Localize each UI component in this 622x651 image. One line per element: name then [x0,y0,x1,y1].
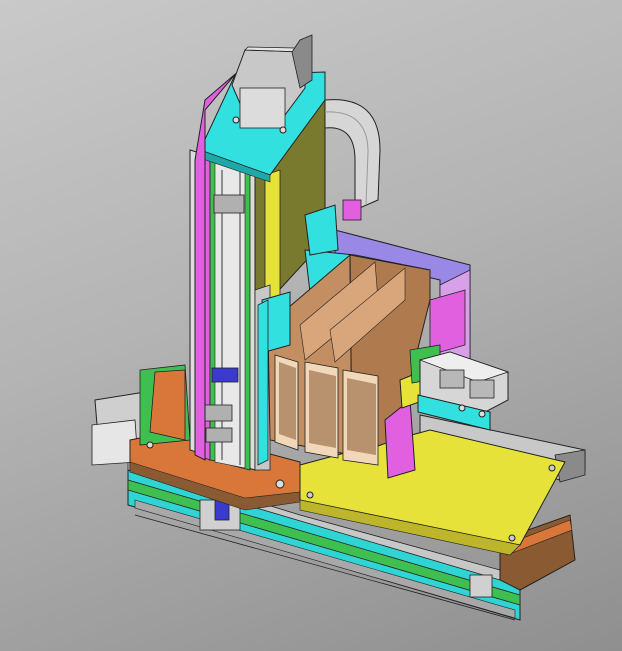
machine-assembly-drawing [91,34,586,621]
cad-viewport[interactable] [0,0,622,651]
motor-cable [324,99,381,221]
